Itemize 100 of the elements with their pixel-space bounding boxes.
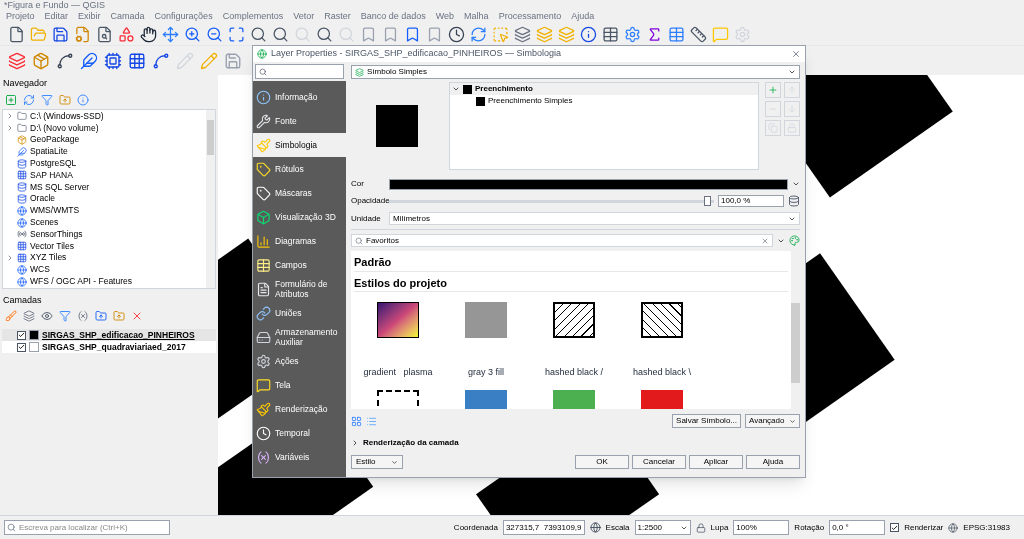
browser-item[interactable]: Oracle	[3, 193, 206, 205]
menu-item[interactable]: Ajuda	[571, 11, 595, 22]
render-checkbox[interactable]	[890, 523, 900, 532]
caret-icon[interactable]	[788, 68, 796, 76]
section-item[interactable]: Variáveis	[253, 445, 346, 469]
layer-item[interactable]: SIRGAS_SHP_quadraviariaed_2017	[2, 341, 216, 353]
menu-item[interactable]: Processamento	[498, 11, 562, 22]
file-gear-icon	[74, 25, 91, 43]
close-icon[interactable]	[791, 49, 801, 59]
caret-icon[interactable]	[789, 417, 796, 425]
globe-icon	[17, 217, 27, 228]
hand-icon	[140, 25, 157, 43]
caret-icon[interactable]	[391, 458, 398, 466]
menu-item[interactable]: Web	[435, 11, 455, 22]
scale-combo[interactable]: 1:2500	[634, 520, 691, 535]
status-label: Coordenada	[453, 521, 498, 534]
field-label: Cor	[351, 178, 365, 190]
section-item[interactable]: Simbologia	[253, 133, 346, 157]
menu-item[interactable]: Projeto	[6, 11, 35, 22]
info-icon	[77, 93, 89, 106]
section-item[interactable]: Armazenamento Auxiliar	[253, 325, 346, 349]
style-button[interactable]: Estilo	[351, 455, 403, 469]
unit-combo[interactable]: Milímetros	[389, 212, 800, 225]
layer-checkbox[interactable]	[17, 330, 26, 340]
tree-item[interactable]: Preenchimento Simples	[450, 95, 758, 107]
browser-item[interactable]: D:\ (Novo volume)	[3, 122, 206, 135]
signal-icon	[17, 229, 27, 240]
section-item[interactable]: Formulário de Atributos	[253, 277, 346, 301]
browser-item[interactable]: SpatiaLite	[3, 145, 206, 158]
layer-checkbox[interactable]	[17, 342, 26, 352]
menu-item[interactable]: Raster	[324, 11, 351, 22]
browser-item[interactable]: Scenes	[3, 216, 206, 229]
browser-item[interactable]: Vector Tiles	[3, 240, 206, 253]
section-item[interactable]: Rótulos	[253, 157, 346, 181]
opacity-slider[interactable]	[389, 196, 714, 206]
menu-item[interactable]: Configurações	[154, 11, 213, 22]
menu-item[interactable]: Malha	[464, 11, 489, 22]
menu-item[interactable]: Editar	[44, 11, 69, 22]
rotation-spinbox[interactable]: 0,0 °	[829, 520, 886, 535]
dialog-button[interactable]: OK	[575, 455, 629, 469]
speech-bubble-icon	[712, 25, 729, 43]
browser-item[interactable]: MS SQL Server	[3, 181, 206, 194]
gear-icon	[734, 25, 751, 43]
renderer-combo[interactable]: Símbolo Simples	[351, 65, 800, 79]
browser-item[interactable]: WCS	[3, 263, 206, 276]
browser-item[interactable]: SAP HANA	[3, 169, 206, 182]
browser-item[interactable]: WFS / OGC API - Features	[3, 275, 206, 288]
style-search-field[interactable]: Favoritos	[351, 234, 773, 247]
caret-icon[interactable]	[351, 439, 359, 447]
browser-item[interactable]: GeoPackage	[3, 134, 206, 146]
symbol-preview	[376, 105, 418, 147]
menu-item[interactable]: Camada	[110, 11, 145, 22]
shapes-icon	[118, 25, 135, 43]
slider-thumb[interactable]	[703, 196, 711, 206]
advanced-button[interactable]: Avançado	[745, 414, 800, 428]
locator-search-field[interactable]: Escreva para localizar (Ctrl+K)	[4, 520, 170, 535]
section-item[interactable]: Temporal	[253, 421, 346, 445]
opacity-spinbox[interactable]: 100,0 %	[718, 195, 784, 207]
scrollbar[interactable]	[206, 109, 215, 288]
browser-item[interactable]: XYZ Tiles	[3, 252, 206, 264]
section-item[interactable]: Visualização 3D	[253, 205, 346, 229]
section-item[interactable]: Tela	[253, 373, 346, 397]
menu-item[interactable]: Banco de dados	[360, 11, 426, 22]
section-item[interactable]: Informação	[253, 85, 346, 109]
gradient-swatch	[377, 302, 419, 338]
tree-item[interactable]: Preenchimento	[450, 83, 758, 95]
grid-icon	[17, 252, 27, 263]
expression-icon	[77, 310, 89, 322]
wrench-icon	[256, 113, 271, 129]
crs-button[interactable]: EPSG:31983	[963, 521, 1020, 534]
section-item[interactable]: Diagramas	[253, 229, 346, 253]
dialog-button[interactable]: Aplicar	[689, 455, 743, 469]
browser-item[interactable]: SensorThings	[3, 228, 206, 241]
section-search-field[interactable]	[255, 64, 344, 79]
section-item[interactable]: Fonte	[253, 109, 346, 133]
section-item[interactable]: Máscaras	[253, 181, 346, 205]
section-item[interactable]: Uniões	[253, 301, 346, 325]
menu-item[interactable]: Vetor	[293, 11, 315, 22]
globe-icon	[948, 522, 959, 533]
collapsible-header[interactable]: Renderização da camada	[351, 435, 800, 451]
menu-item[interactable]: Complementos	[222, 11, 284, 22]
tag-icon	[256, 161, 271, 177]
browser-item[interactable]: C:\ (Windows-SSD)	[3, 110, 206, 123]
grid-icon	[17, 241, 27, 252]
coordinate-field[interactable]: 327315,7 7393109,9	[502, 520, 585, 535]
section-item[interactable]: Campos	[253, 253, 346, 277]
layer-item[interactable]: SIRGAS_SHP_edificacao_PINHEIROS	[2, 329, 216, 341]
color-button[interactable]	[389, 178, 788, 190]
dialog-button[interactable]: Cancelar	[632, 455, 686, 469]
section-item[interactable]: Ações	[253, 349, 346, 373]
add-icon	[5, 93, 17, 106]
hatched-swatch	[641, 302, 683, 338]
dialog-button[interactable]: Ajuda	[746, 455, 800, 469]
browser-item[interactable]: PostgreSQL	[3, 157, 206, 170]
save-symbol-button[interactable]: Salvar Símbolo...	[672, 414, 741, 428]
magnifier-spinbox[interactable]: 100%	[733, 520, 790, 535]
section-item[interactable]: Renderização	[253, 397, 346, 421]
browser-item[interactable]: WMS/WMTS	[3, 204, 206, 217]
clear-icon[interactable]	[761, 236, 769, 245]
menu-item[interactable]: Exibir	[78, 11, 101, 22]
